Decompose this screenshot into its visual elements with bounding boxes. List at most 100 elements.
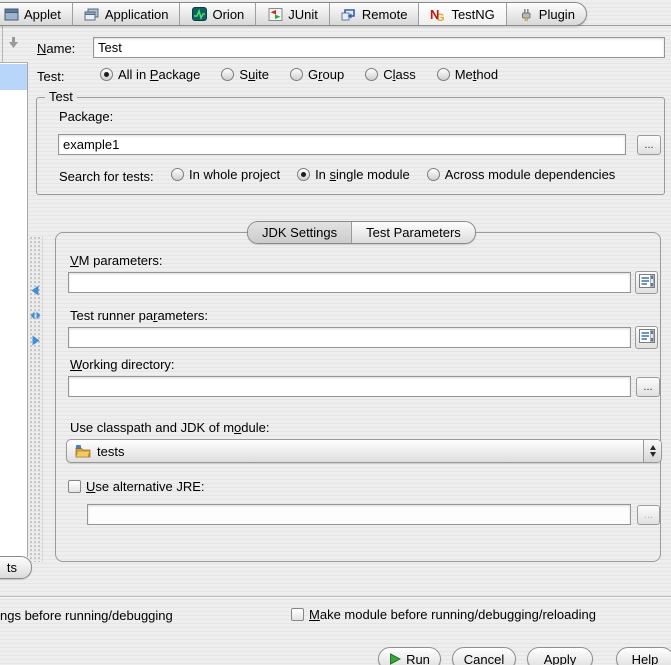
svg-text:N: N (430, 7, 439, 22)
radio-class[interactable]: Class (365, 67, 416, 82)
test-runner-parameters-input[interactable] (68, 327, 631, 348)
module-folder-icon (75, 445, 91, 458)
splitter-center-icon[interactable] (30, 309, 41, 320)
left-panel-edge (2, 26, 3, 62)
radio-circle (297, 168, 310, 181)
package-input[interactable] (58, 134, 626, 155)
button-label: Apply (544, 652, 577, 665)
tab-remote[interactable]: Remote (329, 3, 419, 25)
radio-across-module-dependencies[interactable]: Across module dependencies (427, 167, 616, 182)
make-module-row: Make module before running/debugging/rel… (291, 607, 596, 622)
alternative-jre-input[interactable] (87, 504, 631, 525)
checkbox-box (291, 608, 304, 621)
splitter-collapse-left-icon[interactable] (30, 284, 41, 295)
radio-group[interactable]: Group (290, 67, 344, 82)
tab-label: Application (105, 7, 169, 22)
package-label: Package: (59, 109, 113, 124)
search-scope-options: In whole project In single module Across… (171, 167, 615, 182)
truncated-settings-text: ngs before running/debugging (0, 608, 173, 623)
radio-label: Group (308, 67, 344, 82)
plugin-icon (518, 7, 534, 22)
config-type-tabs: Applet Application Orion JUnit Remote (0, 2, 587, 26)
tab-orion[interactable]: Orion (179, 3, 255, 25)
tab-applet[interactable]: Applet (0, 3, 72, 25)
radio-circle (365, 68, 378, 81)
expand-editor-icon (639, 274, 655, 291)
run-button[interactable]: Run (378, 647, 441, 665)
bottom-separator (0, 596, 671, 598)
run-configuration-dialog: Applet Application Orion JUnit Remote (0, 0, 671, 665)
configurations-list[interactable] (0, 62, 28, 557)
test-group-box: Test Package: ... Search for tests: In w… (36, 97, 665, 195)
radio-suite[interactable]: Suite (221, 67, 269, 82)
use-alternative-jre-row: Use alternative JRE: (68, 479, 205, 494)
name-input[interactable] (93, 37, 665, 58)
radio-in-single-module[interactable]: In single module (297, 167, 410, 182)
tab-junit[interactable]: JUnit (255, 3, 329, 25)
combo-arrows-icon[interactable] (643, 440, 661, 462)
tab-label: Plugin (539, 7, 575, 22)
settings-tabs: JDK Settings Test Parameters (247, 221, 476, 244)
splitter-divider[interactable] (29, 236, 43, 562)
vm-parameters-label: VM parameters: (70, 253, 162, 268)
tab-testng[interactable]: GN TestNG (418, 3, 505, 25)
vm-expand-button[interactable] (635, 271, 658, 294)
apply-button[interactable]: Apply (527, 647, 593, 665)
radio-label: Across module dependencies (445, 167, 616, 182)
splitter-collapse-right-icon[interactable] (30, 334, 41, 345)
button-label: Help (632, 652, 659, 665)
tab-label: JDK Settings (262, 225, 337, 240)
testng-icon: GN (430, 7, 446, 22)
tab-plugin[interactable]: Plugin (506, 3, 586, 25)
tab-application[interactable]: Application (72, 3, 180, 25)
checkbox-box (68, 480, 81, 493)
module-combobox-value: tests (97, 444, 124, 459)
applet-icon (3, 7, 19, 22)
tab-label: JUnit (288, 7, 318, 22)
vm-parameters-input[interactable] (68, 272, 631, 293)
radio-in-whole-project[interactable]: In whole project (171, 167, 280, 182)
radio-label: All in Package (118, 67, 200, 82)
radio-circle (427, 168, 440, 181)
working-directory-input[interactable] (68, 376, 631, 397)
make-module-checkbox[interactable]: Make module before running/debugging/rel… (291, 607, 596, 622)
radio-method[interactable]: Method (437, 67, 498, 82)
checkbox-label: Make module before running/debugging/rel… (309, 607, 596, 622)
help-button[interactable]: Help (616, 647, 671, 665)
radio-circle (171, 168, 184, 181)
test-group-title: Test (45, 90, 77, 104)
radio-circle (221, 68, 234, 81)
tab-test-parameters[interactable]: Test Parameters (351, 222, 475, 243)
tab-label: Test Parameters (366, 225, 461, 240)
tab-label: Orion (212, 7, 244, 22)
tab-jdk-settings[interactable]: JDK Settings (248, 222, 351, 243)
tab-label: TestNG (451, 7, 494, 22)
working-directory-browse-button[interactable]: ... (636, 377, 660, 397)
module-combobox[interactable]: tests (66, 439, 662, 463)
run-play-icon (389, 653, 401, 665)
button-label: Cancel (464, 652, 504, 665)
name-label: Name: (37, 41, 75, 56)
truncated-left-tab-label: ts (7, 560, 17, 575)
radio-label: Class (383, 67, 416, 82)
selected-configuration-row[interactable] (0, 64, 27, 90)
use-alternative-jre-checkbox[interactable]: Use alternative JRE: (68, 479, 205, 494)
radio-label: Method (455, 67, 498, 82)
radio-label: In single module (315, 167, 410, 182)
test-label: Test: (37, 69, 64, 84)
radio-circle (100, 68, 113, 81)
truncated-left-tab[interactable]: ts (0, 556, 32, 579)
working-directory-label: Working directory: (70, 357, 175, 372)
application-icon (84, 7, 100, 22)
checkbox-label: Use alternative JRE: (86, 479, 205, 494)
radio-circle (437, 68, 450, 81)
move-down-icon[interactable] (6, 35, 22, 51)
radio-circle (290, 68, 303, 81)
package-browse-button[interactable]: ... (637, 135, 661, 155)
radio-all-in-package[interactable]: All in Package (100, 67, 200, 82)
test-type-options: All in Package Suite Group Class Method (100, 67, 498, 82)
cancel-button[interactable]: Cancel (452, 647, 516, 665)
test-runner-parameters-label: Test runner parameters: (70, 308, 208, 323)
runner-expand-button[interactable] (635, 326, 658, 349)
alternative-jre-browse-button[interactable]: ... (637, 505, 660, 525)
